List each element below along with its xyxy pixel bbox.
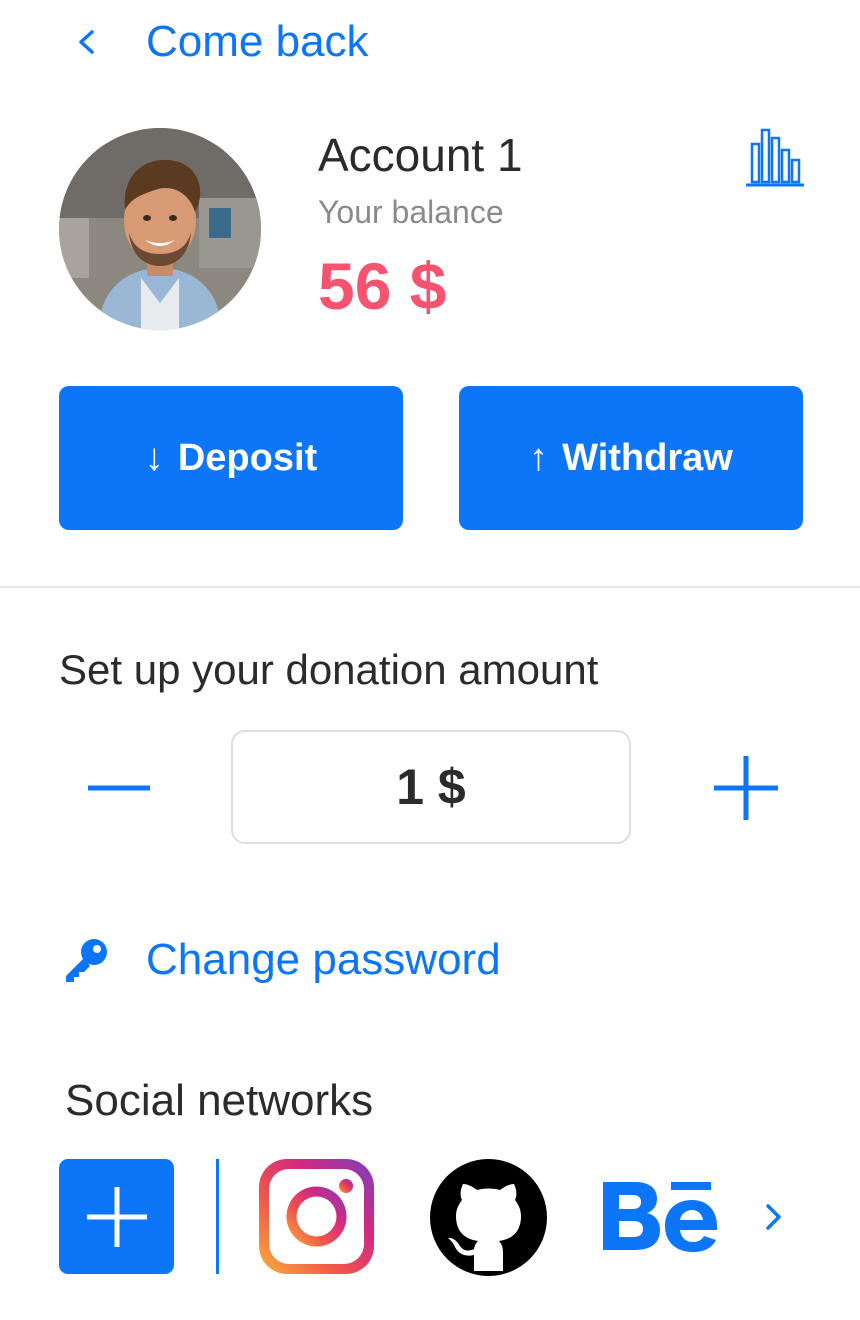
behance-icon[interactable]: [601, 1174, 721, 1258]
back-button[interactable]: Come back: [72, 14, 369, 70]
back-label: Come back: [146, 17, 369, 66]
withdraw-label: Withdraw: [562, 436, 733, 479]
donation-title: Set up your donation amount: [59, 646, 599, 693]
chevron-left-icon: [79, 30, 94, 54]
change-password-link[interactable]: Change password: [62, 930, 501, 990]
add-social-button[interactable]: [59, 1159, 174, 1274]
deposit-label: Deposit: [177, 436, 318, 479]
change-password-label: Change password: [146, 935, 501, 984]
bar-chart-icon[interactable]: [744, 126, 806, 188]
deposit-button[interactable]: ↓ Deposit: [59, 386, 403, 530]
balance-value: 56 $: [318, 249, 447, 323]
plus-icon: [86, 1186, 147, 1247]
account-title: Account 1: [318, 129, 523, 181]
withdraw-button[interactable]: ↑ Withdraw: [459, 386, 803, 530]
github-icon[interactable]: [430, 1159, 547, 1276]
balance-label: Your balance: [318, 194, 504, 230]
social-networks-title: Social networks: [65, 1076, 374, 1125]
donation-amount-value: 1 $: [396, 759, 466, 815]
instagram-icon[interactable]: [259, 1159, 374, 1274]
key-icon: [66, 939, 107, 982]
donation-amount-field[interactable]: 1 $: [231, 730, 631, 844]
avatar: [59, 128, 261, 330]
chevron-right-icon[interactable]: [760, 1198, 788, 1236]
arrow-up-icon: ↑: [529, 436, 549, 479]
plus-icon[interactable]: [708, 750, 784, 826]
social-divider: [216, 1159, 219, 1274]
minus-icon[interactable]: [78, 756, 162, 820]
section-divider: [0, 586, 860, 588]
arrow-down-icon: ↓: [144, 436, 164, 479]
avatar-image: [59, 128, 261, 330]
